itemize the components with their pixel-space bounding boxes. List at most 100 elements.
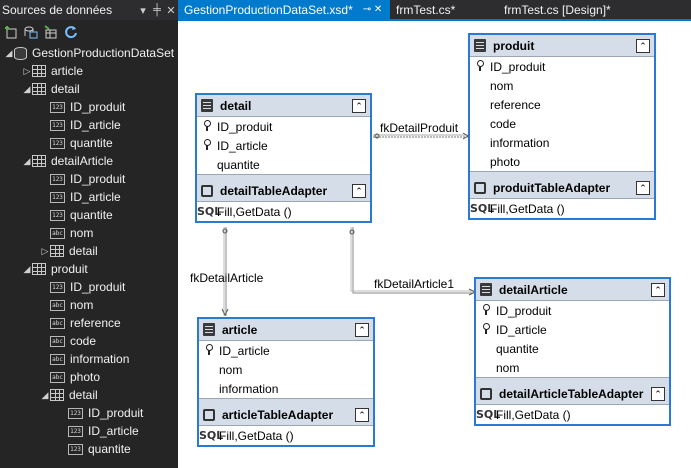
tree-node[interactable]: abc nom — [0, 296, 178, 314]
tree-node[interactable]: 123 ID_produit — [0, 170, 178, 188]
column-row[interactable]: photo — [470, 152, 654, 171]
column-row[interactable]: information — [199, 379, 373, 398]
column-row[interactable]: nom — [199, 360, 373, 379]
collapse-arrow-icon[interactable]: ◢ — [40, 390, 50, 401]
table-detail[interactable]: detail ⌃ ID_produit ID_article quantite detai… — [195, 93, 372, 223]
tree-node-label: quantite — [70, 208, 113, 222]
tree-node-label: ID_produit — [70, 100, 126, 114]
dataset-designer-canvas[interactable]: fkDetailProduit fkDetailArticle fkDetail… — [178, 21, 691, 468]
column-row[interactable]: ID_produit — [470, 57, 654, 76]
adapter-header[interactable]: detailTableAdapter ⌃ — [197, 180, 370, 202]
tab-frmtest-cs[interactable]: frmTest.cs* — [390, 0, 498, 19]
table-header[interactable]: produit ⌃ — [470, 35, 654, 57]
key-icon — [482, 303, 490, 315]
panel-dropdown-icon[interactable]: ▾ — [136, 4, 150, 17]
column-row[interactable]: ID_article — [197, 136, 370, 155]
collapse-icon[interactable]: ⌃ — [636, 38, 650, 53]
relation-fkdetailarticle1[interactable]: fkDetailArticle1 — [374, 277, 454, 291]
collapse-icon[interactable]: ⌃ — [651, 282, 665, 297]
text-column-icon: abc — [50, 371, 65, 383]
query-row[interactable]: SQL Fill,GetData () — [199, 426, 373, 445]
adapter-header[interactable]: articleTableAdapter ⌃ — [199, 404, 373, 426]
column-row[interactable]: nom — [470, 76, 654, 95]
column-row[interactable]: ID_article — [476, 320, 669, 339]
refresh-icon[interactable] — [64, 25, 78, 39]
numeric-column-icon: 123 — [50, 191, 65, 203]
tree-node[interactable]: ▷ article — [0, 62, 178, 80]
tree-node[interactable]: 123 ID_article — [0, 188, 178, 206]
query-method: Fill,GetData () — [217, 204, 292, 219]
adapter-header[interactable]: detailArticleTableAdapter ⌃ — [476, 383, 669, 405]
tree-node[interactable]: 123 quantite — [0, 134, 178, 152]
tree-node-label: reference — [70, 316, 121, 330]
datatable-icon — [201, 99, 213, 112]
expand-arrow-icon[interactable]: ▷ — [40, 246, 50, 257]
tree-node[interactable]: ◢ GestionProductionDataSet — [0, 44, 178, 62]
column-name: ID_article — [219, 343, 270, 358]
tree-node[interactable]: abc photo — [0, 368, 178, 386]
tree-node[interactable]: ◢ detail — [0, 386, 178, 404]
table-detailarticle[interactable]: detailArticle ⌃ ID_produit ID_article quanti… — [474, 277, 671, 426]
query-row[interactable]: SQL Fill,GetData () — [197, 202, 370, 221]
column-row[interactable]: nom — [476, 358, 669, 377]
column-name: nom — [490, 78, 514, 93]
table-icon — [50, 245, 64, 257]
table-header[interactable]: detail ⌃ — [197, 95, 370, 117]
tree-node[interactable]: ◢ produit — [0, 260, 178, 278]
query-row[interactable]: SQL Fill,GetData () — [470, 199, 654, 218]
tab-dataset-xsd[interactable]: GestionProductionDataSet.xsd* ⊸ ✕ — [178, 0, 390, 19]
tree-node[interactable]: 123 quantite — [0, 440, 178, 458]
dataset-icon — [14, 46, 27, 60]
add-datasource-icon[interactable] — [4, 25, 18, 39]
collapse-icon[interactable]: ⌃ — [355, 407, 369, 422]
table-header[interactable]: detailArticle ⌃ — [476, 279, 669, 301]
pin-icon[interactable]: ╪ — [150, 4, 164, 16]
tree-node[interactable]: 123 ID_article — [0, 116, 178, 134]
tree-node[interactable]: 123 ID_produit — [0, 404, 178, 422]
tree-node[interactable]: abc reference — [0, 314, 178, 332]
tree-node[interactable]: abc code — [0, 332, 178, 350]
collapse-icon[interactable]: ⌃ — [352, 183, 366, 198]
text-column-icon: abc — [50, 299, 65, 311]
collapse-icon[interactable]: ⌃ — [352, 98, 366, 113]
collapse-icon[interactable]: ⌃ — [651, 386, 665, 401]
configure-icon[interactable] — [44, 25, 58, 39]
table-header[interactable]: article ⌃ — [199, 319, 373, 341]
column-row[interactable]: reference — [470, 95, 654, 114]
collapse-arrow-icon[interactable]: ◢ — [22, 156, 32, 167]
pin-close-icon[interactable]: ⊸ ✕ — [363, 4, 383, 15]
column-row[interactable]: information — [470, 133, 654, 152]
table-article[interactable]: article ⌃ ID_articlenom information articleT… — [197, 317, 375, 447]
tree-node[interactable]: ◢ detail — [0, 80, 178, 98]
tab-frmtest-design[interactable]: frmTest.cs [Design]* — [498, 0, 617, 19]
tree-node[interactable]: ▷ detail — [0, 242, 178, 260]
column-row[interactable]: quantite — [197, 155, 370, 174]
tree-node[interactable]: 123 quantite — [0, 206, 178, 224]
adapter-header[interactable]: produitTableAdapter ⌃ — [470, 177, 654, 199]
tree-node[interactable]: abc nom — [0, 224, 178, 242]
key-icon — [203, 138, 211, 150]
table-produit[interactable]: produit ⌃ ID_produitnom reference code inform… — [468, 33, 656, 220]
query-row[interactable]: SQL Fill,GetData () — [476, 405, 669, 424]
column-row[interactable]: quantite — [476, 339, 669, 358]
collapse-arrow-icon[interactable]: ◢ — [4, 48, 14, 59]
relation-fkdetailarticle[interactable]: fkDetailArticle — [190, 271, 263, 285]
edit-dataset-icon[interactable] — [24, 25, 38, 39]
column-row[interactable]: code — [470, 114, 654, 133]
tree-node[interactable]: 123 ID_produit — [0, 98, 178, 116]
column-row[interactable]: ID_article — [199, 341, 373, 360]
text-column-icon: abc — [50, 335, 65, 347]
tree-node[interactable]: ◢ detailArticle — [0, 152, 178, 170]
collapse-icon[interactable]: ⌃ — [636, 180, 650, 195]
collapse-icon[interactable]: ⌃ — [355, 322, 369, 337]
tree-node[interactable]: 123 ID_article — [0, 422, 178, 440]
collapse-arrow-icon[interactable]: ◢ — [22, 264, 32, 275]
collapse-arrow-icon[interactable]: ◢ — [22, 84, 32, 95]
relation-fkdetailproduit[interactable]: fkDetailProduit — [380, 121, 458, 135]
close-icon[interactable]: ✕ — [164, 4, 178, 17]
column-row[interactable]: ID_produit — [476, 301, 669, 320]
tree-node[interactable]: 123 ID_produit — [0, 278, 178, 296]
expand-arrow-icon[interactable]: ▷ — [22, 66, 32, 77]
column-row[interactable]: ID_produit — [197, 117, 370, 136]
tree-node[interactable]: abc information — [0, 350, 178, 368]
